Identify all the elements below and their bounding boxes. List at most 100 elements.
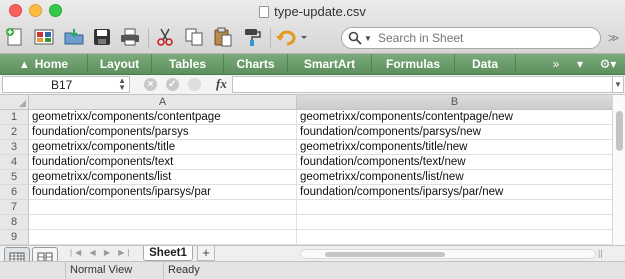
row-header[interactable]: 2 [0, 125, 29, 140]
column-header-a[interactable]: A [29, 95, 297, 110]
cut-button[interactable] [153, 25, 177, 49]
cell-a[interactable]: foundation/components/parsys [29, 125, 297, 140]
status-view-mode: Normal View [65, 262, 163, 279]
cell-a[interactable] [29, 215, 297, 230]
spreadsheet-grid[interactable]: A B 1 geometrixx/components/contentpage ge… [0, 95, 612, 245]
ribbon-overflow-button[interactable]: » [545, 54, 567, 75]
cell-a[interactable] [29, 200, 297, 215]
toolbar-separator [148, 28, 149, 48]
formula-bar: B17 ▲ ▼ × ✓ fx ▼ [0, 75, 625, 95]
row-header[interactable]: 4 [0, 155, 29, 170]
standard-toolbar: ▼ >> [0, 22, 625, 54]
toolbar-separator [270, 28, 271, 48]
tab-smartart[interactable]: SmartArt [288, 54, 372, 75]
search-input[interactable] [378, 30, 588, 46]
tab-layout[interactable]: Layout [88, 54, 152, 75]
search-field[interactable]: ▼ [341, 27, 601, 49]
tab-charts[interactable]: Charts [224, 54, 288, 75]
confirm-entry-icon[interactable]: ✓ [166, 78, 179, 91]
row-header[interactable]: 6 [0, 185, 29, 200]
save-button[interactable] [90, 25, 114, 49]
search-options-chevron-icon[interactable]: ▼ [364, 34, 372, 43]
name-box-value: B17 [51, 78, 73, 92]
paste-icon [214, 27, 232, 47]
ribbon-collapse-chevron-icon[interactable]: ▾ [569, 54, 591, 75]
title-bar: type-update.csv [0, 0, 625, 22]
row-header[interactable]: 3 [0, 140, 29, 155]
cut-icon [157, 28, 173, 46]
copy-icon [185, 28, 203, 46]
sheet-tab-bar: |◀ ◀ ▶ ▶| Sheet1 + || [0, 245, 625, 261]
sheet-navigation-arrows-icon[interactable]: |◀ ◀ ▶ ▶| [70, 248, 132, 257]
print-icon [121, 28, 139, 46]
split-handle-icon[interactable]: || [598, 248, 603, 258]
cell-b[interactable]: foundation/components/parsys/new [297, 125, 612, 140]
cancel-entry-icon[interactable]: × [144, 78, 157, 91]
save-icon [94, 29, 110, 45]
paste-button[interactable] [211, 25, 235, 49]
formula-controls: × ✓ fx [136, 76, 232, 93]
sheet-tab-sheet1[interactable]: Sheet1 [143, 246, 193, 261]
function-wizard-icon[interactable] [188, 78, 201, 91]
tab-tables[interactable]: Tables [152, 54, 224, 75]
cell-b[interactable]: foundation/components/iparsys/par/new [297, 185, 612, 200]
format-painter-button[interactable] [240, 25, 264, 49]
tab-home-label: Home [34, 57, 69, 71]
cell-a[interactable]: foundation/components/text [29, 155, 297, 170]
ribbon-tabs: ▲ Home Layout Tables Charts SmartArt Form… [0, 54, 625, 75]
row-header[interactable]: 1 [0, 110, 29, 125]
cell-b[interactable] [297, 230, 612, 245]
cell-b[interactable] [297, 215, 612, 230]
cell-b[interactable] [297, 200, 612, 215]
vertical-scrollbar[interactable] [612, 95, 625, 245]
formula-input[interactable] [232, 76, 612, 93]
row-header[interactable]: 7 [0, 200, 29, 215]
templates-icon [34, 29, 54, 45]
cell-a[interactable] [29, 230, 297, 245]
cell-b[interactable]: foundation/components/text/new [297, 155, 612, 170]
tab-data[interactable]: Data [455, 54, 516, 75]
cell-a[interactable]: foundation/components/iparsys/par [29, 185, 297, 200]
print-button[interactable] [118, 25, 142, 49]
excel-window: type-update.csv ▼ Search in Sheet >> ▲ H… [0, 0, 625, 279]
name-box-stepper-icon[interactable]: ▲ ▼ [118, 77, 126, 92]
home-icon: ▲ [18, 59, 30, 71]
select-all-corner[interactable] [0, 95, 29, 110]
open-button[interactable] [62, 25, 86, 49]
open-icon [64, 29, 84, 45]
name-box[interactable]: B17 ▲ ▼ [2, 76, 130, 93]
column-header-b[interactable]: B [297, 95, 612, 110]
insert-function-button[interactable]: fx [216, 76, 227, 92]
cell-b[interactable]: geometrixx/components/list/new [297, 170, 612, 185]
templates-button[interactable] [32, 25, 56, 49]
document-title: type-update.csv [0, 4, 625, 19]
cell-b[interactable]: geometrixx/components/contentpage/new [297, 110, 612, 125]
horizontal-scrollbar[interactable] [300, 249, 596, 259]
row-header[interactable]: 8 [0, 215, 29, 230]
cell-a[interactable]: geometrixx/components/contentpage [29, 110, 297, 125]
undo-icon [276, 30, 307, 46]
ribbon-settings-gear-icon[interactable]: ⚙▾ [594, 54, 622, 75]
search-icon [348, 31, 362, 45]
toolbar-overflow-icon[interactable]: >> [608, 31, 619, 45]
tab-home[interactable]: ▲ Home [0, 54, 88, 75]
formula-expand-chevron-icon[interactable]: ▼ [612, 76, 624, 93]
format-painter-icon [245, 29, 261, 46]
cell-b[interactable]: geometrixx/components/title/new [297, 140, 612, 155]
copy-button[interactable] [182, 25, 206, 49]
vertical-scroll-thumb[interactable] [616, 111, 623, 151]
cell-a[interactable]: geometrixx/components/list [29, 170, 297, 185]
add-sheet-button[interactable]: + [197, 246, 215, 261]
undo-button[interactable] [274, 25, 308, 49]
cell-a[interactable]: geometrixx/components/title [29, 140, 297, 155]
horizontal-scroll-thumb[interactable] [325, 252, 445, 257]
tab-formulas[interactable]: Formulas [372, 54, 455, 75]
row-header[interactable]: 5 [0, 170, 29, 185]
select-all-triangle-icon [19, 100, 26, 107]
status-ready: Ready [163, 262, 625, 279]
new-icon [6, 28, 22, 46]
row-header[interactable]: 9 [0, 230, 29, 245]
document-title-text: type-update.csv [274, 4, 366, 19]
new-workbook-button[interactable] [3, 25, 27, 49]
document-icon [259, 6, 270, 18]
